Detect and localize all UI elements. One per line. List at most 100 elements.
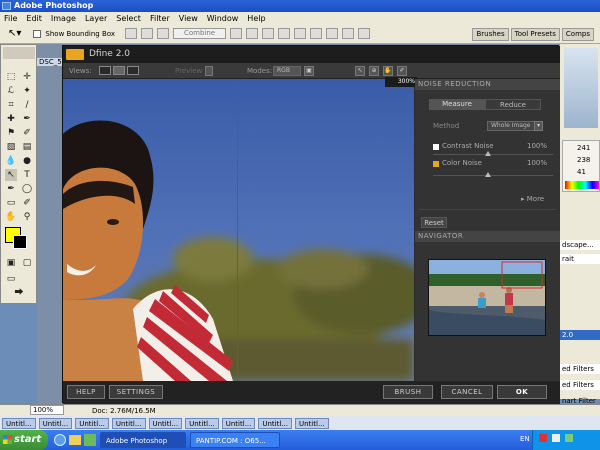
smart-filters-row-2[interactable]: ed Filters xyxy=(560,380,600,390)
move-preview-icon[interactable]: ↖ xyxy=(355,66,365,76)
color-noise-slider[interactable] xyxy=(433,175,553,176)
method-dropdown-icon[interactable]: ▾ xyxy=(534,121,543,131)
reduce-tab[interactable]: Reduce xyxy=(485,99,541,110)
tab-brushes[interactable]: Brushes xyxy=(472,28,509,41)
eyedropper-icon[interactable]: ✐ xyxy=(397,66,407,76)
menu-view[interactable]: View xyxy=(179,14,198,23)
language-indicator[interactable]: EN xyxy=(520,435,530,443)
contrast-noise-slider-thumb[interactable] xyxy=(485,151,491,156)
align-left-icon[interactable] xyxy=(278,28,291,39)
hand-tool-icon[interactable]: ✋ xyxy=(5,211,17,223)
layer-row-portrait[interactable]: rait xyxy=(560,254,600,264)
mode-toggle-icon[interactable]: ▣ xyxy=(304,66,314,76)
more-link[interactable]: ▸ More xyxy=(521,195,544,203)
menu-layer[interactable]: Layer xyxy=(85,14,107,23)
align-right-icon[interactable] xyxy=(310,28,323,39)
minimized-window[interactable]: Untitl... xyxy=(185,417,219,429)
history-brush-tool-icon[interactable]: ✐ xyxy=(21,127,33,139)
noise-reduction-header[interactable]: NOISE REDUCTION xyxy=(415,79,560,90)
color-value-r[interactable]: 241 xyxy=(563,143,600,153)
split-view-icon[interactable] xyxy=(113,66,125,75)
tray-icon-3[interactable] xyxy=(565,434,574,442)
brush-button[interactable]: BRUSH xyxy=(383,385,433,399)
lasso-tool-icon[interactable]: ℒ xyxy=(5,85,17,97)
move-tool-icon[interactable]: ✛ xyxy=(21,71,33,83)
smart-filters-row-1[interactable]: ed Filters xyxy=(560,364,600,374)
eraser-tool-icon[interactable]: ▧ xyxy=(5,141,17,153)
menu-image[interactable]: Image xyxy=(51,14,76,23)
zoom-tool-icon[interactable]: ⚲ xyxy=(21,211,33,223)
show-bounding-box-checkbox[interactable] xyxy=(33,29,42,38)
dodge-tool-icon[interactable]: ● xyxy=(21,155,33,167)
color-value-b[interactable]: 41 xyxy=(563,167,600,177)
tab-tool-presets[interactable]: Tool Presets xyxy=(510,28,560,41)
crop-tool-icon[interactable]: ⌗ xyxy=(5,99,17,111)
healing-brush-tool-icon[interactable]: ✚ xyxy=(5,113,17,125)
align-bottom-icon[interactable] xyxy=(156,28,169,39)
gradient-tool-icon[interactable]: ▤ xyxy=(21,141,33,153)
quick-launch-icon[interactable] xyxy=(84,434,96,446)
navigator-header[interactable]: NAVIGATOR xyxy=(415,231,560,242)
taskbar-pantip[interactable]: PANTIP.COM : O65... xyxy=(190,432,280,448)
quick-mask-icon[interactable]: ▣ xyxy=(5,257,17,269)
background-color-swatch[interactable] xyxy=(13,235,27,249)
minimized-window[interactable]: Untitl... xyxy=(221,417,256,429)
menu-window[interactable]: Window xyxy=(207,14,239,23)
preview-image[interactable] xyxy=(63,79,414,381)
color-value-g[interactable]: 238 xyxy=(563,155,600,165)
minimized-window[interactable]: Untitl... xyxy=(38,417,73,429)
mode-select[interactable]: RGB xyxy=(273,66,301,76)
contrast-noise-slider[interactable] xyxy=(433,154,553,155)
menu-file[interactable]: File xyxy=(4,14,17,23)
side-by-side-view-icon[interactable] xyxy=(127,66,139,75)
help-button[interactable]: HELP xyxy=(67,385,105,399)
blur-tool-icon[interactable]: 💧 xyxy=(5,155,17,167)
single-view-icon[interactable] xyxy=(99,66,111,75)
layer-row-landscape[interactable]: dscape... xyxy=(560,240,600,250)
zoom-in-icon[interactable]: ⊕ xyxy=(369,66,379,76)
notes-tool-icon[interactable]: ▭ xyxy=(5,197,17,209)
measure-tab[interactable]: Measure xyxy=(429,99,485,110)
clone-stamp-tool-icon[interactable]: ⚑ xyxy=(5,127,17,139)
menu-edit[interactable]: Edit xyxy=(26,14,42,23)
minimized-window[interactable]: Untitl... xyxy=(148,417,183,429)
slice-tool-icon[interactable]: ∕ xyxy=(21,99,33,111)
menu-help[interactable]: Help xyxy=(247,14,265,23)
distribute-center-icon[interactable] xyxy=(246,28,259,39)
navigator-thumbnail[interactable] xyxy=(428,259,546,336)
layer-row-selected[interactable]: 2.0 xyxy=(560,330,600,340)
distribute-right-icon[interactable] xyxy=(358,28,371,39)
distribute-top-icon[interactable] xyxy=(230,28,243,39)
minimized-window[interactable]: Untitl... xyxy=(295,417,329,429)
taskbar-photoshop[interactable]: Adobe Photoshop xyxy=(100,432,186,448)
pen-tool-icon[interactable]: ✒ xyxy=(5,183,17,195)
tab-comps[interactable]: Comps xyxy=(561,28,594,41)
menu-select[interactable]: Select xyxy=(116,14,141,23)
combine-button[interactable]: Combine xyxy=(172,28,227,39)
preview-toggle-icon[interactable] xyxy=(205,66,213,76)
ok-button[interactable]: OK xyxy=(497,385,547,399)
path-selection-tool-icon[interactable]: ↖ xyxy=(5,169,17,181)
standard-mode-icon[interactable]: ▢ xyxy=(21,257,33,269)
cancel-button[interactable]: CANCEL xyxy=(441,385,493,399)
minimized-window[interactable]: Untitl... xyxy=(111,417,146,429)
settings-button[interactable]: SETTINGS xyxy=(109,385,163,399)
document-tab[interactable]: DSC_5 xyxy=(37,58,64,66)
align-center-icon[interactable] xyxy=(294,28,307,39)
tray-icon-2[interactable] xyxy=(552,434,561,442)
minimized-window[interactable]: Untitl... xyxy=(75,417,109,429)
eyedropper-tool-icon[interactable]: ✐ xyxy=(21,197,33,209)
screen-mode-icon[interactable]: ▭ xyxy=(5,273,17,285)
type-tool-icon[interactable]: T xyxy=(21,169,33,181)
reset-button[interactable]: Reset xyxy=(421,217,447,228)
shape-tool-icon[interactable]: ◯ xyxy=(21,183,33,195)
hand-icon[interactable]: ✋ xyxy=(383,66,393,76)
zoom-field[interactable]: 100% xyxy=(30,405,64,415)
brush-tool-icon[interactable]: ✒ xyxy=(21,113,33,125)
color-noise-slider-thumb[interactable] xyxy=(485,172,491,177)
align-middle-icon[interactable] xyxy=(140,28,153,39)
distribute-bottom-icon[interactable] xyxy=(262,28,275,39)
minimized-window[interactable]: Untitl... xyxy=(2,417,36,429)
quick-launch-ie-icon[interactable] xyxy=(54,434,66,446)
tray-icon-1[interactable] xyxy=(539,434,547,442)
